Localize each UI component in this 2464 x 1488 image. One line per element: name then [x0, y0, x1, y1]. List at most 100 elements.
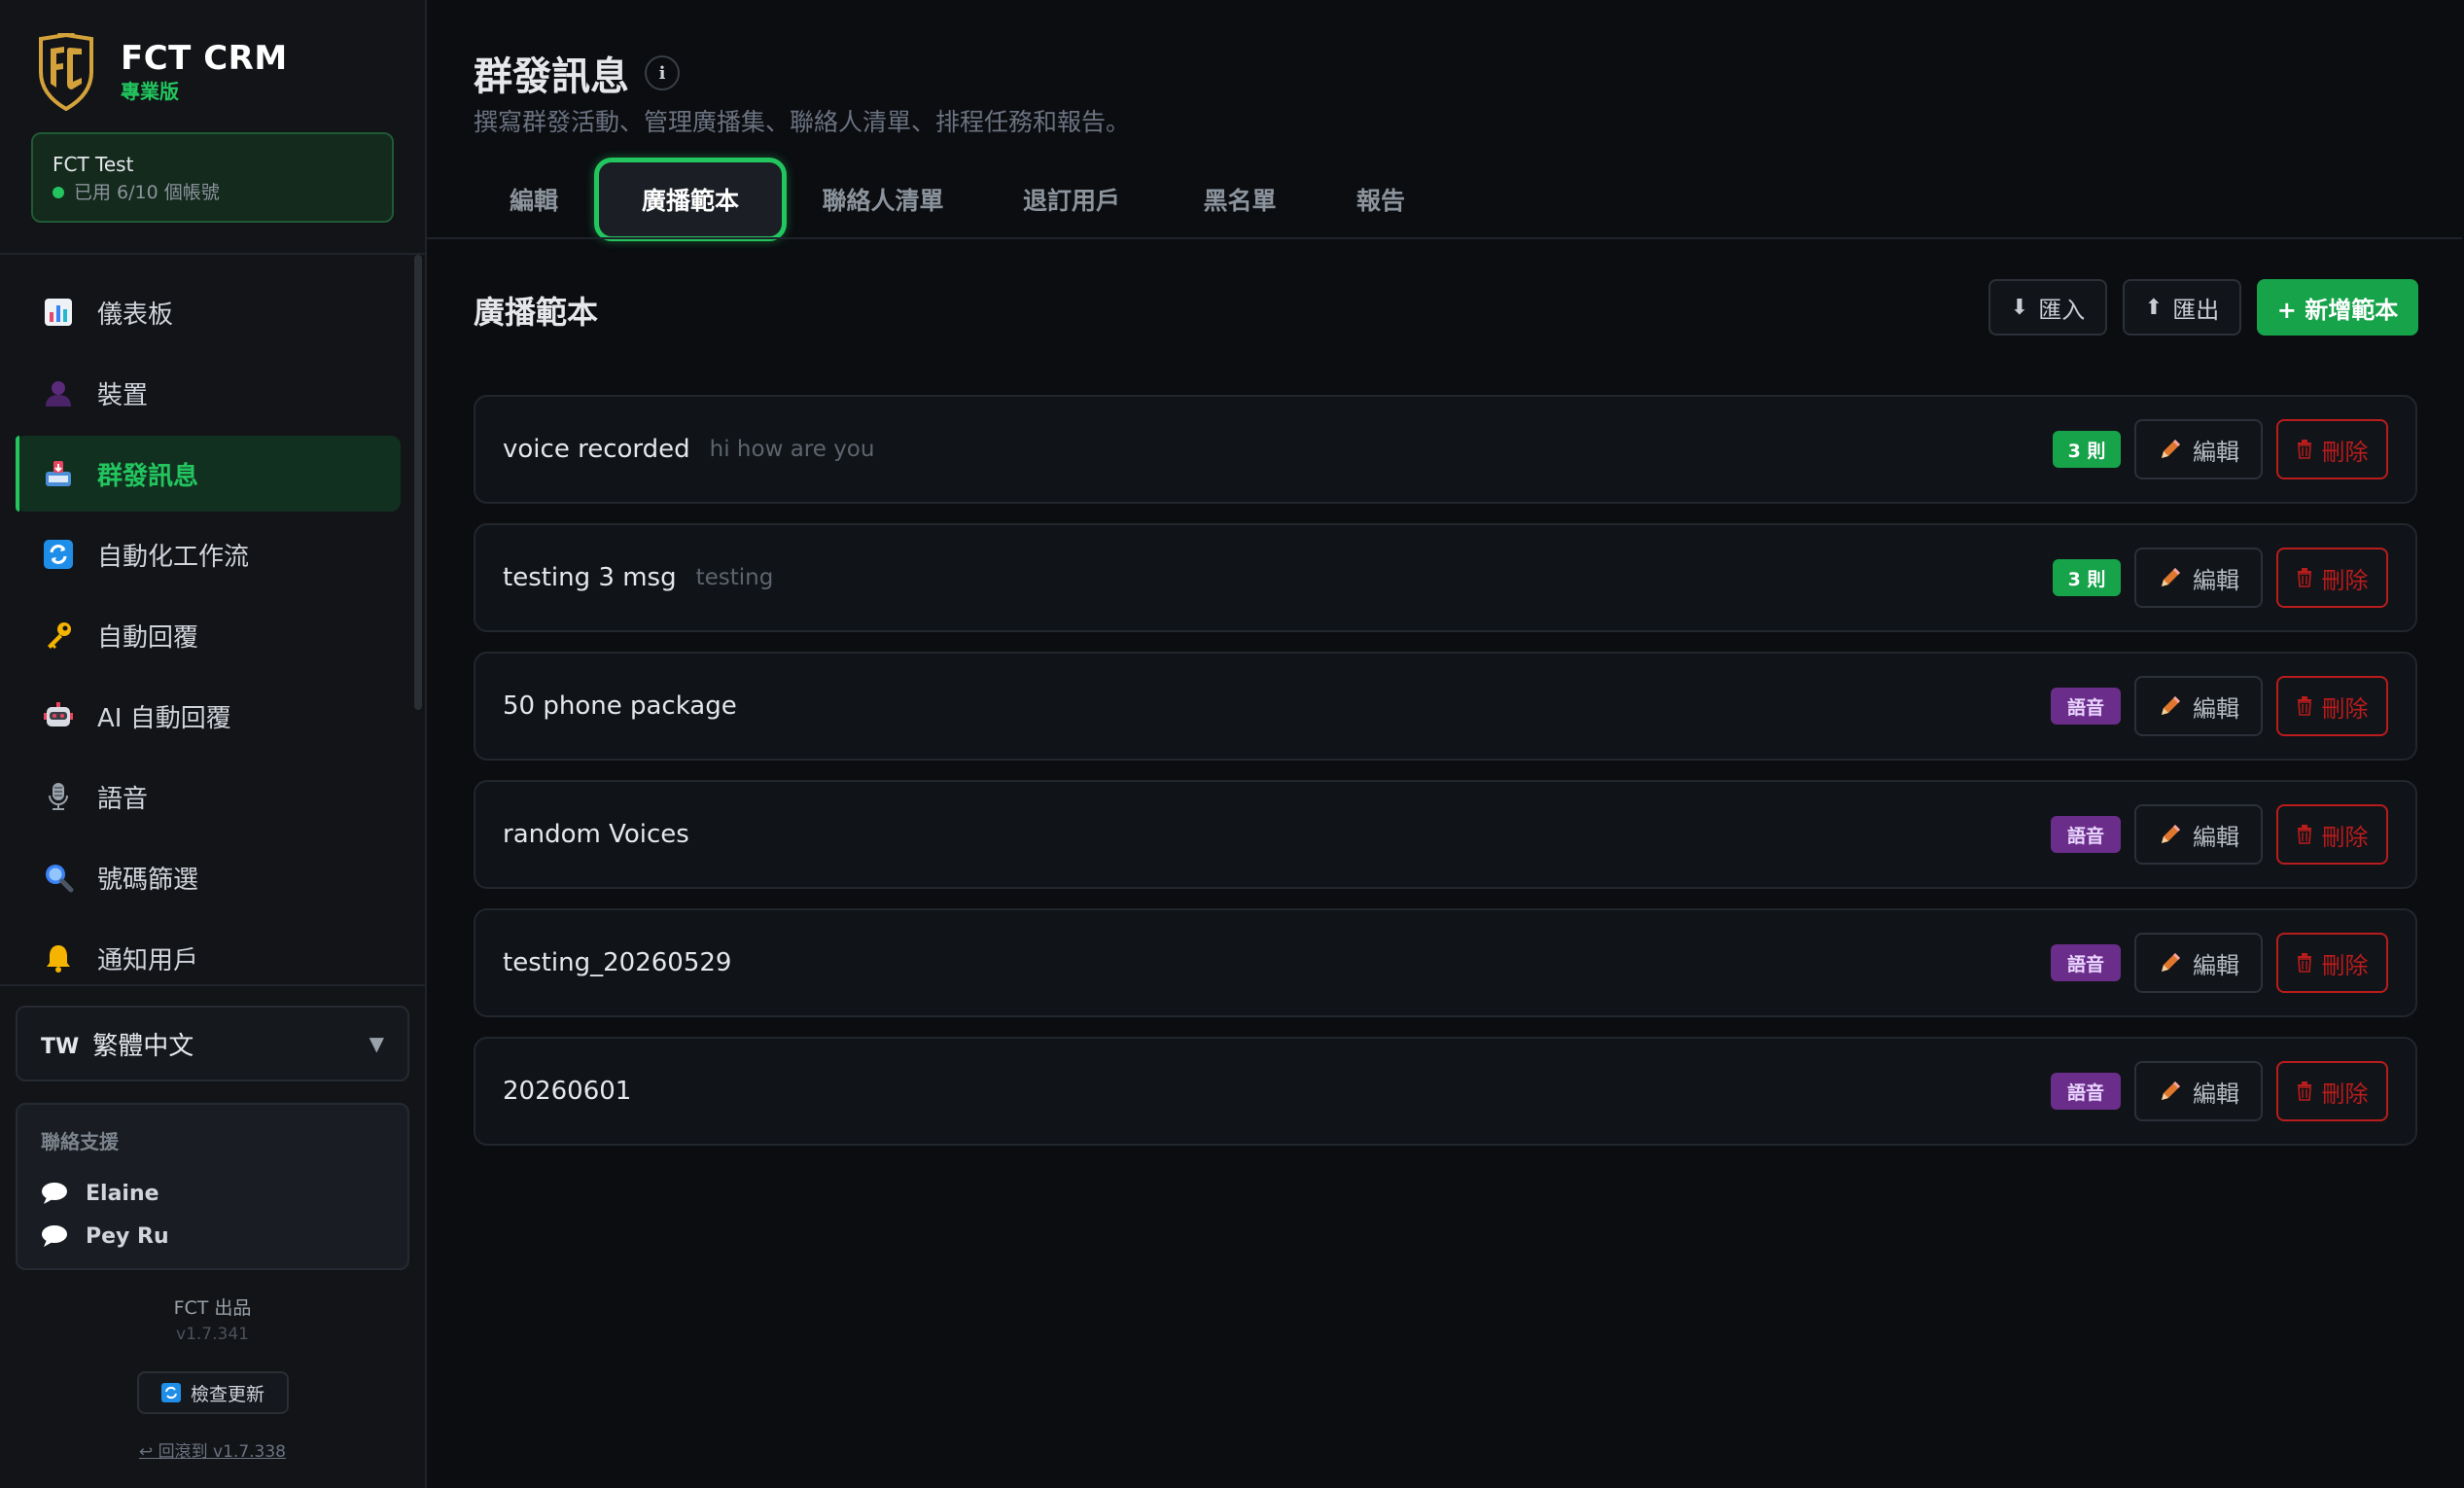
delete-template-button[interactable]: 刪除 — [2276, 1061, 2388, 1121]
edit-template-button[interactable]: 編輯 — [2134, 676, 2263, 736]
section-title: 廣播範本 — [474, 294, 599, 331]
refresh-icon — [41, 537, 76, 572]
account-card[interactable]: FCT Test 已用 6/10 個帳號 — [31, 132, 394, 223]
template-list: voice recorded hi how are you 3 則 編輯 刪除 … — [474, 395, 2417, 1165]
footer-brand: FCT 出品 — [173, 1297, 252, 1319]
tab-reports[interactable]: 報告 — [1316, 158, 1446, 241]
microphone-icon — [41, 779, 76, 814]
pencil-icon — [2158, 565, 2183, 590]
sidebar-scrollbar[interactable] — [414, 255, 422, 710]
edit-template-button[interactable]: 編輯 — [2134, 933, 2263, 993]
sidebar-item-broadcast[interactable]: 群發訊息 — [16, 436, 401, 512]
trash-icon — [2297, 825, 2312, 844]
sidebar-item-voice[interactable]: 語音 — [16, 759, 401, 834]
magnifier-icon — [41, 860, 76, 895]
delete-label: 刪除 — [2321, 438, 2369, 466]
template-type-badge: 語音 — [2051, 816, 2121, 853]
delete-label: 刪除 — [2321, 694, 2369, 723]
sidebar-item-label: AI 自動回覆 — [97, 703, 231, 733]
sidebar: FCT CRM 專業版 FCT Test 已用 6/10 個帳號 儀表板 裝置 … — [0, 0, 427, 1488]
tab-contact-lists[interactable]: 聯絡人清單 — [787, 158, 979, 241]
page-title: 群發訊息 — [474, 54, 629, 99]
sidebar-divider — [0, 253, 425, 255]
support-contact-pey-ru[interactable]: Pey Ru — [41, 1215, 384, 1258]
pencil-icon — [2158, 1079, 2183, 1104]
caret-down-icon: ▼ — [369, 1032, 384, 1055]
template-preview: hi how are you — [709, 437, 875, 462]
import-button[interactable]: ⬇ 匯入 — [1989, 279, 2107, 336]
sidebar-nav: 儀表板 裝置 群發訊息 自動化工作流 自動回覆 AI 自動回覆 語音 號碼篩選 … — [16, 274, 401, 1001]
template-name: testing_20260529 — [503, 948, 732, 977]
brand-edition: 專業版 — [121, 80, 179, 103]
arrow-up-icon: ⬆ — [2144, 295, 2164, 320]
add-template-button[interactable]: + 新增範本 — [2257, 279, 2418, 336]
edit-template-button[interactable]: 編輯 — [2134, 419, 2263, 479]
edit-template-button[interactable]: 編輯 — [2134, 548, 2263, 608]
rollback-link[interactable]: ↩ 回滾到 v1.7.338 — [0, 1437, 425, 1462]
support-title: 聯絡支援 — [41, 1130, 119, 1153]
trash-icon — [2297, 440, 2312, 459]
template-row[interactable]: 20260601 語音 編輯 刪除 — [474, 1037, 2417, 1146]
language-select[interactable]: TW 繁體中文 ▼ — [16, 1006, 409, 1081]
delete-template-button[interactable]: 刪除 — [2276, 676, 2388, 736]
template-row[interactable]: voice recorded hi how are you 3 則 編輯 刪除 — [474, 395, 2417, 504]
tab-unsubscribed[interactable]: 退訂用戶 — [979, 158, 1164, 241]
tab-compose[interactable]: 編輯 — [474, 158, 594, 241]
delete-label: 刪除 — [2321, 1080, 2369, 1108]
tab-bar: 編輯 廣播範本 聯絡人清單 退訂用戶 黑名單 報告 — [474, 156, 1446, 243]
delete-template-button[interactable]: 刪除 — [2276, 419, 2388, 479]
template-type-badge: 語音 — [2051, 944, 2121, 981]
pencil-icon — [2158, 437, 2183, 462]
pencil-icon — [2158, 822, 2183, 847]
bar-chart-icon — [41, 295, 76, 330]
sidebar-item-ai-auto-reply[interactable]: AI 自動回覆 — [16, 678, 401, 754]
check-update-button[interactable]: 檢查更新 — [137, 1371, 289, 1414]
tab-blacklist[interactable]: 黑名單 — [1164, 158, 1316, 241]
edit-template-button[interactable]: 編輯 — [2134, 1061, 2263, 1121]
edit-label: 編輯 — [2193, 438, 2239, 466]
tabs-divider — [427, 237, 2462, 239]
export-button[interactable]: ⬆ 匯出 — [2123, 279, 2241, 336]
template-row[interactable]: random Voices 語音 編輯 刪除 — [474, 780, 2417, 889]
sidebar-item-dashboard[interactable]: 儀表板 — [16, 274, 401, 350]
sidebar-item-automation[interactable]: 自動化工作流 — [16, 516, 401, 592]
sidebar-item-label: 通知用戶 — [97, 945, 199, 975]
template-name: 50 phone package — [503, 691, 737, 721]
support-contact-name: Pey Ru — [86, 1223, 169, 1249]
edit-label: 編輯 — [2193, 823, 2239, 851]
tab-broadcast-templates[interactable]: 廣播範本 — [594, 158, 787, 241]
robot-icon — [41, 698, 76, 733]
template-row[interactable]: testing 3 msg testing 3 則 編輯 刪除 — [474, 523, 2417, 632]
export-label: 匯出 — [2172, 296, 2220, 324]
sidebar-item-devices[interactable]: 裝置 — [16, 355, 401, 431]
template-row[interactable]: 50 phone package 語音 編輯 刪除 — [474, 652, 2417, 761]
bell-icon — [41, 940, 76, 975]
delete-template-button[interactable]: 刪除 — [2276, 548, 2388, 608]
trash-icon — [2297, 568, 2312, 587]
delete-template-button[interactable]: 刪除 — [2276, 933, 2388, 993]
key-icon — [41, 618, 76, 653]
template-type-badge: 3 則 — [2053, 559, 2121, 596]
support-contact-elaine[interactable]: Elaine — [41, 1172, 384, 1215]
language-code: TW — [41, 1034, 80, 1059]
sidebar-item-label: 群發訊息 — [97, 461, 199, 491]
template-type-badge: 語音 — [2051, 1073, 2121, 1110]
user-icon — [41, 375, 76, 410]
edit-template-button[interactable]: 編輯 — [2134, 804, 2263, 865]
sidebar-item-label: 自動化工作流 — [97, 542, 250, 572]
account-usage: 已用 6/10 個帳號 — [53, 178, 372, 207]
delete-label: 刪除 — [2321, 823, 2369, 851]
edit-label: 編輯 — [2193, 566, 2239, 594]
sidebar-item-auto-reply[interactable]: 自動回覆 — [16, 597, 401, 673]
info-icon[interactable]: i — [645, 55, 680, 90]
check-update-label: 檢查更新 — [190, 1383, 264, 1405]
sidebar-item-label: 號碼篩選 — [97, 865, 199, 895]
sidebar-item-number-filter[interactable]: 號碼篩選 — [16, 839, 401, 915]
brand[interactable]: FCT CRM 專業版 — [37, 33, 288, 111]
delete-label: 刪除 — [2321, 951, 2369, 979]
template-row[interactable]: testing_20260529 語音 編輯 刪除 — [474, 908, 2417, 1017]
delete-template-button[interactable]: 刪除 — [2276, 804, 2388, 865]
edit-label: 編輯 — [2193, 1080, 2239, 1108]
page-header: 群發訊息 i — [474, 45, 680, 101]
trash-icon — [2297, 1081, 2312, 1101]
